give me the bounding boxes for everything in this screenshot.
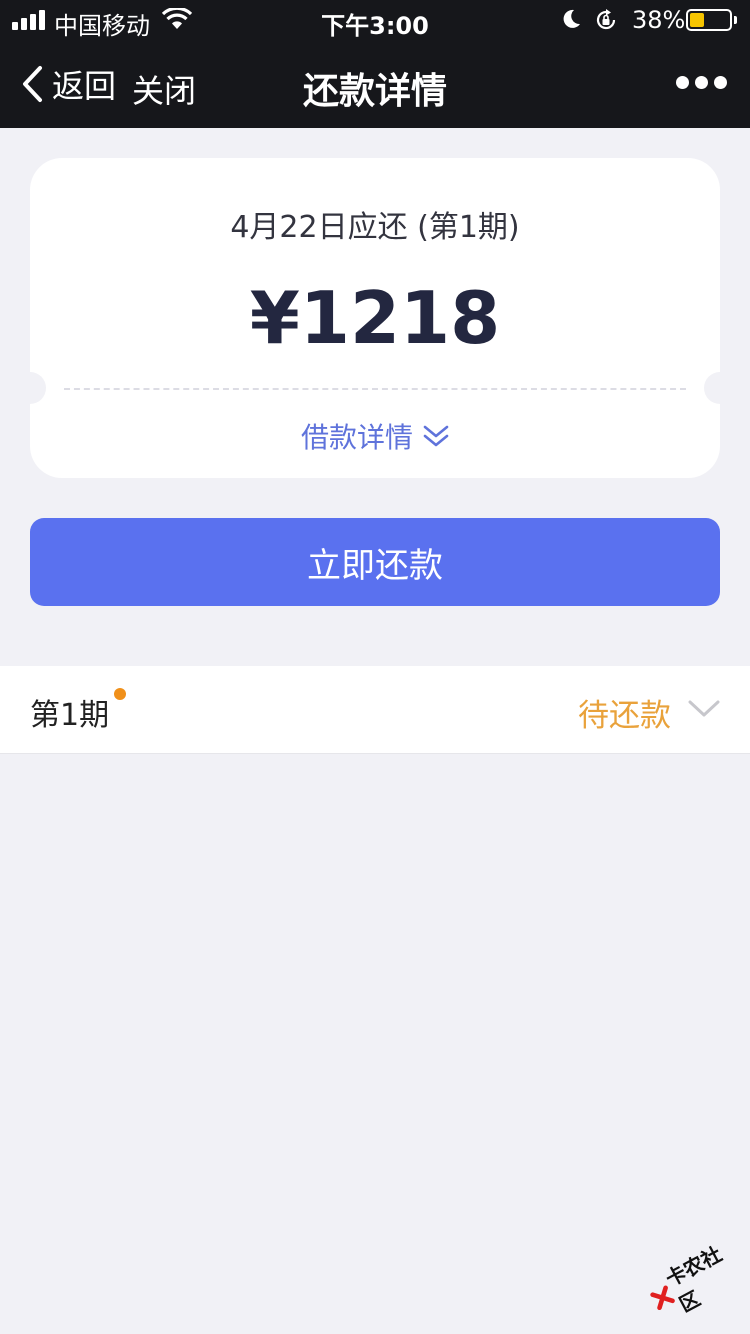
- status-bar: 中国移动 下午3:00 38%: [0, 0, 750, 40]
- battery-icon: [686, 9, 732, 31]
- repay-now-button[interactable]: 立即还款: [30, 518, 720, 606]
- watermark-text: 卡农社区: [661, 1241, 726, 1317]
- watermark: 卡农社区: [638, 1227, 750, 1332]
- period-status: 待还款: [578, 698, 671, 734]
- card-notch-left: [14, 372, 46, 404]
- top-area: 中国移动 下午3:00 38% 返回 关闭 还款详情: [0, 0, 750, 128]
- loan-detail-toggle[interactable]: 借款详情: [30, 416, 720, 456]
- back-button[interactable]: 返回: [20, 62, 116, 106]
- nav-bar: 返回 关闭 还款详情: [0, 40, 750, 128]
- battery-tip: [734, 16, 737, 24]
- due-date-label: 4月22日应还 (第1期): [230, 210, 520, 245]
- amount-due: ¥1218: [249, 276, 501, 360]
- back-label: 返回: [52, 67, 117, 105]
- unpaid-dot-indicator: [114, 688, 126, 700]
- battery-fill: [690, 13, 704, 27]
- dashed-divider: [64, 388, 686, 390]
- card-notch-right: [704, 372, 736, 404]
- repayment-card: 4月22日应还 (第1期) ¥1218 借款详情: [14, 158, 736, 478]
- battery-percent: 38%: [632, 6, 686, 34]
- close-button[interactable]: 关闭: [132, 66, 196, 112]
- chevron-down-icon[interactable]: [688, 698, 720, 720]
- rotation-lock-icon: [596, 9, 616, 30]
- double-chevron-down-icon: [423, 425, 449, 447]
- period-row[interactable]: 第1期 待还款: [0, 666, 750, 754]
- period-label: 第1期: [30, 698, 110, 733]
- moon-icon: [563, 9, 580, 28]
- chevron-left-icon: [23, 66, 42, 102]
- loan-detail-label: 借款详情: [300, 421, 413, 454]
- more-dots-icon[interactable]: [676, 76, 727, 90]
